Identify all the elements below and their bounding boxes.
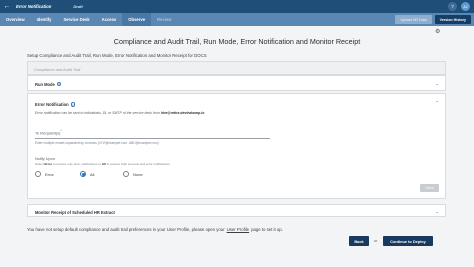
upload-hr-data-button[interactable]: Upload HR Data — [395, 15, 432, 24]
page-name: Error Notification — [16, 4, 52, 9]
monitor-receipt-section[interactable]: Monitor Receipt of Scheduled HR Extract … — [27, 204, 446, 217]
radio-all-dot[interactable] — [80, 171, 86, 177]
gear-icon[interactable]: ⚙ — [435, 29, 441, 35]
help-icon[interactable]: ? — [448, 2, 457, 11]
info-icon[interactable]: i — [56, 81, 62, 87]
page-subtitle: Setup Compliance and Audit Trail, Run Mo… — [27, 53, 207, 58]
error-notification-description: Error notification can be sent to indivi… — [35, 111, 205, 115]
tab-bar: Overview Identify Service Desk Access Ob… — [0, 13, 474, 26]
avatar[interactable]: AJ — [461, 2, 470, 11]
notify-upon-hint: Select Error to receive only error notif… — [35, 162, 170, 166]
radio-none[interactable]: None — [123, 171, 143, 177]
tab-observe[interactable]: Observe — [122, 13, 152, 26]
continue-to-deploy-button[interactable]: Continue to Deploy — [383, 236, 433, 246]
version-history-button[interactable]: Version History — [434, 15, 471, 24]
run-mode-label: Run Mode — [35, 81, 55, 87]
tab-overview[interactable]: Overview — [0, 13, 31, 26]
info-icon[interactable]: i — [70, 102, 76, 107]
tab-access[interactable]: Access — [96, 13, 123, 26]
service-desk-email: hire@retire.devtrakomp.io — [160, 111, 205, 115]
radio-none-dot[interactable] — [123, 171, 129, 177]
recipient-hint: Enter multiple emails separated by comma… — [35, 141, 159, 145]
tab-identify[interactable]: Identify — [31, 13, 58, 26]
error-notification-label: Error Notification — [35, 102, 69, 107]
radio-all[interactable]: All — [80, 171, 94, 177]
notify-upon-label: Notify Upon — [35, 157, 55, 161]
user-profile-link[interactable]: User Profile — [227, 227, 249, 232]
status-badge: Draft — [73, 4, 83, 9]
tab-review[interactable]: Review — [151, 13, 177, 26]
compliance-label: Compliance and Audit Trail — [34, 66, 81, 72]
radio-error[interactable]: Error — [35, 171, 54, 177]
chevron-down-icon[interactable]: ⌄ — [435, 209, 439, 215]
page-title: Compliance and Audit Trail, Run Mode, Er… — [113, 37, 361, 46]
compliance-section[interactable]: Compliance and Audit Trail — [27, 61, 446, 75]
run-mode-section[interactable]: Run Mode i ⌄ — [27, 75, 446, 91]
back-button[interactable]: Back — [349, 236, 369, 246]
arrow-left-icon[interactable]: ← — [0, 0, 14, 13]
or-label: or — [374, 238, 378, 243]
top-bar: ← Error Notification Draft ? AJ — [0, 0, 474, 13]
footer-note: You have not setup default compliance an… — [27, 227, 283, 232]
chevron-down-icon[interactable]: ⌄ — [435, 81, 439, 87]
monitor-receipt-label: Monitor Receipt of Scheduled HR Extract — [35, 209, 115, 215]
save-button[interactable]: Save — [420, 184, 439, 192]
recipient-input[interactable] — [35, 134, 270, 139]
chevron-up-icon[interactable]: ⌃ — [435, 100, 439, 106]
tab-service-desk[interactable]: Service Desk — [58, 13, 96, 26]
error-notification-section: Error Notification i ⌃ Error notificatio… — [27, 93, 446, 199]
radio-error-dot[interactable] — [35, 171, 41, 177]
